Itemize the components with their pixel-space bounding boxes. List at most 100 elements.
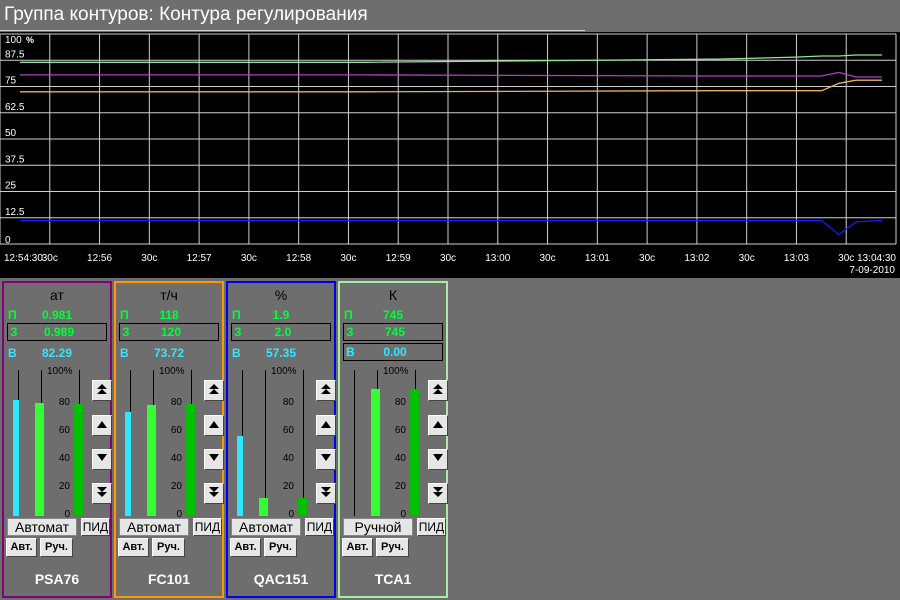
bar-indicators: 100% 80 60 40 20 0 — [340, 366, 448, 520]
pid-button[interactable]: ПИД — [417, 518, 446, 536]
pv-value: 745 — [382, 308, 404, 322]
y-tick-label: 100 — [5, 35, 22, 46]
x-tick-label: 13:00 — [485, 253, 510, 264]
pv-row: П 118 — [118, 307, 218, 323]
mode-button[interactable]: Автомат — [7, 518, 77, 536]
x-tick-label: 30с — [340, 253, 356, 264]
unit-label: т/ч — [160, 287, 178, 303]
double-down-arrow-icon — [96, 486, 108, 501]
double-up-arrow-button[interactable] — [428, 380, 448, 401]
auto-button[interactable]: Авт. — [6, 538, 37, 557]
y-tick-label: 87.5 — [5, 49, 25, 60]
down-arrow-button[interactable] — [316, 449, 336, 470]
pid-button[interactable]: ПИД — [193, 518, 222, 536]
out-value: 57.35 — [265, 346, 297, 360]
trend-chart[interactable]: 100 %87.57562.55037.52512.5012:54:3030с 12… — [0, 32, 900, 278]
double-up-arrow-button[interactable] — [316, 380, 336, 401]
control-panel-tca1: К П 745 З 745 В 0.00 100% 80 60 40 20 0 Ручной ПИД Авт.… — [338, 281, 448, 598]
sp-letter: З — [346, 325, 354, 339]
double-down-arrow-button[interactable] — [204, 483, 224, 504]
pv-letter: П — [120, 308, 129, 322]
double-up-arrow-button[interactable] — [204, 380, 224, 401]
output-bar — [13, 399, 19, 516]
pv-bar — [259, 497, 268, 516]
loop-tag: QAC151 — [253, 571, 309, 587]
down-arrow-button[interactable] — [92, 449, 112, 470]
sp-letter: З — [234, 325, 242, 339]
output-bar — [125, 412, 131, 516]
pid-button[interactable]: ПИД — [305, 518, 334, 536]
setpoint-input[interactable]: З 2.0 — [231, 323, 331, 341]
setpoint-input[interactable]: З 0.989 — [7, 323, 107, 341]
x-tick-label: 12:54:30 — [4, 253, 43, 264]
mode-button[interactable]: Ручной — [343, 518, 413, 536]
y-tick-label: 0 — [5, 235, 11, 246]
pv-bar — [147, 405, 156, 516]
double-down-arrow-icon — [320, 486, 332, 501]
x-end-date: 7-09-2010 — [849, 265, 895, 276]
setpoint-input[interactable]: З 120 — [119, 323, 219, 341]
pv-row: П 0.981 — [6, 307, 106, 323]
pv-letter: П — [344, 308, 353, 322]
down-arrow-button[interactable] — [204, 449, 224, 470]
double-up-arrow-button[interactable] — [92, 380, 112, 401]
y-tick-label: 37.5 — [5, 154, 25, 165]
mode-button[interactable]: Автомат — [231, 518, 301, 536]
chart-background — [0, 32, 900, 278]
manual-button[interactable]: Руч. — [376, 538, 409, 557]
double-down-arrow-button[interactable] — [316, 483, 336, 504]
mode-button[interactable]: Автомат — [119, 518, 189, 536]
up-arrow-button[interactable] — [316, 415, 336, 436]
auto-button[interactable]: Авт. — [118, 538, 149, 557]
out-letter: В — [232, 346, 241, 360]
up-arrow-button[interactable] — [204, 415, 224, 436]
scale-top-label: 100% — [271, 366, 297, 377]
pid-button[interactable]: ПИД — [81, 518, 110, 536]
out-letter: В — [346, 345, 355, 359]
up-arrow-button[interactable] — [92, 415, 112, 436]
pv-row: П 1.9 — [230, 307, 330, 323]
sp-letter: З — [122, 325, 130, 339]
output-row: В 82.29 — [6, 345, 106, 361]
bar-track — [354, 370, 355, 516]
output-row[interactable]: В 0.00 — [343, 343, 443, 361]
scale-label: 20 — [58, 481, 70, 492]
manual-button[interactable]: Руч. — [40, 538, 73, 557]
double-down-arrow-button[interactable] — [428, 483, 448, 504]
page-title: Группа контуров: Контура регулирования — [4, 4, 368, 25]
unit-label: % — [274, 287, 288, 303]
down-arrow-button[interactable] — [428, 449, 448, 470]
setpoint-input[interactable]: З 745 — [343, 323, 443, 341]
bar-track — [303, 370, 304, 516]
output-row: В 57.35 — [230, 345, 330, 361]
out-letter: В — [120, 346, 129, 360]
title-bar: Группа контуров: Контура регулирования — [0, 0, 900, 32]
scale-label: 20 — [394, 481, 406, 492]
x-tick-label: 30с — [42, 253, 58, 264]
auto-button[interactable]: Авт. — [230, 538, 261, 557]
pv-row: П 745 — [342, 307, 442, 323]
double-down-arrow-button[interactable] — [92, 483, 112, 504]
valve-bar — [186, 404, 195, 516]
y-tick-label: 62.5 — [5, 102, 25, 113]
scale-label: 60 — [394, 425, 406, 436]
manual-button[interactable]: Руч. — [152, 538, 185, 557]
scale-label: 80 — [58, 397, 70, 408]
scale-label: 60 — [170, 425, 182, 436]
x-tick-label: 12:56 — [87, 253, 112, 264]
control-panel-qac151: % П 1.9 З 2.0 В 57.35 100% 80 60 40 20 0 Автомат ПИД Ав… — [226, 281, 336, 598]
x-tick-label: 30с — [838, 253, 854, 264]
bar-indicators: 100% 80 60 40 20 0 — [4, 366, 112, 520]
x-tick-label: 13:04:30 — [857, 253, 896, 264]
bar-track — [265, 370, 266, 516]
manual-button[interactable]: Руч. — [264, 538, 297, 557]
x-tick-label: 13:02 — [684, 253, 709, 264]
scale-label: 40 — [282, 453, 294, 464]
auto-button[interactable]: Авт. — [342, 538, 373, 557]
valve-bar — [74, 404, 83, 516]
sp-value: 2.0 — [274, 325, 292, 339]
pv-bar — [35, 402, 44, 516]
y-unit-label: % — [26, 35, 34, 45]
double-up-arrow-icon — [320, 383, 332, 398]
up-arrow-button[interactable] — [428, 415, 448, 436]
